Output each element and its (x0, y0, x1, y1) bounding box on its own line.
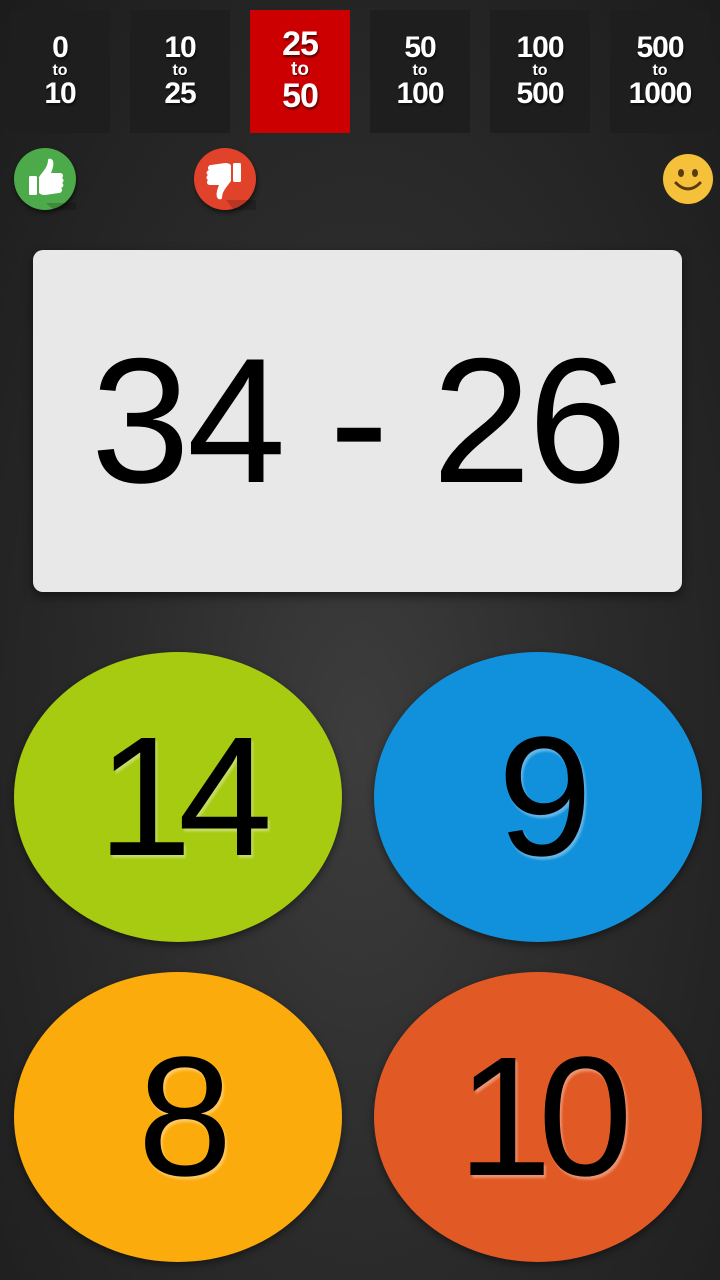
answer-button-red[interactable]: 10 (374, 972, 702, 1262)
range-from: 50 (404, 31, 436, 64)
range-tab-50-100[interactable]: 50 to 100 (370, 10, 470, 133)
range-from: 10 (164, 31, 196, 64)
range-from: 500 (636, 31, 684, 64)
answer-button-orange[interactable]: 8 (14, 972, 342, 1262)
thumbs-down-icon[interactable] (194, 148, 256, 210)
problem-expression: 34 - 26 (90, 321, 627, 520)
answer-value: 9 (497, 702, 593, 892)
answer-value: 14 (97, 702, 272, 892)
range-to: 500 (516, 77, 564, 110)
range-to: 100 (396, 77, 444, 110)
thumbs-up-icon[interactable] (14, 148, 76, 210)
answer-button-green[interactable]: 14 (14, 652, 342, 942)
range-tab-25-50[interactable]: 25 to 50 (250, 10, 350, 133)
problem-card: 34 - 26 (33, 250, 682, 592)
range-to: 25 (164, 77, 196, 110)
answer-value: 10 (457, 1022, 632, 1212)
range-selector: 0 to 10 10 to 25 25 to 50 50 to 100 100 … (0, 0, 720, 140)
smiley-icon[interactable] (663, 154, 713, 204)
answer-button-blue[interactable]: 9 (374, 652, 702, 942)
range-from: 25 (282, 25, 319, 63)
range-from: 0 (52, 31, 69, 64)
range-tab-0-10[interactable]: 0 to 10 (10, 10, 110, 133)
range-from: 100 (516, 31, 564, 64)
range-to: 1000 (628, 77, 693, 110)
answer-value: 8 (137, 1022, 233, 1212)
range-tab-10-25[interactable]: 10 to 25 (130, 10, 230, 133)
range-to: 50 (282, 77, 319, 115)
range-to: 10 (44, 77, 76, 110)
range-tab-500-1000[interactable]: 500 to 1000 (610, 10, 710, 133)
range-tab-100-500[interactable]: 100 to 500 (490, 10, 590, 133)
